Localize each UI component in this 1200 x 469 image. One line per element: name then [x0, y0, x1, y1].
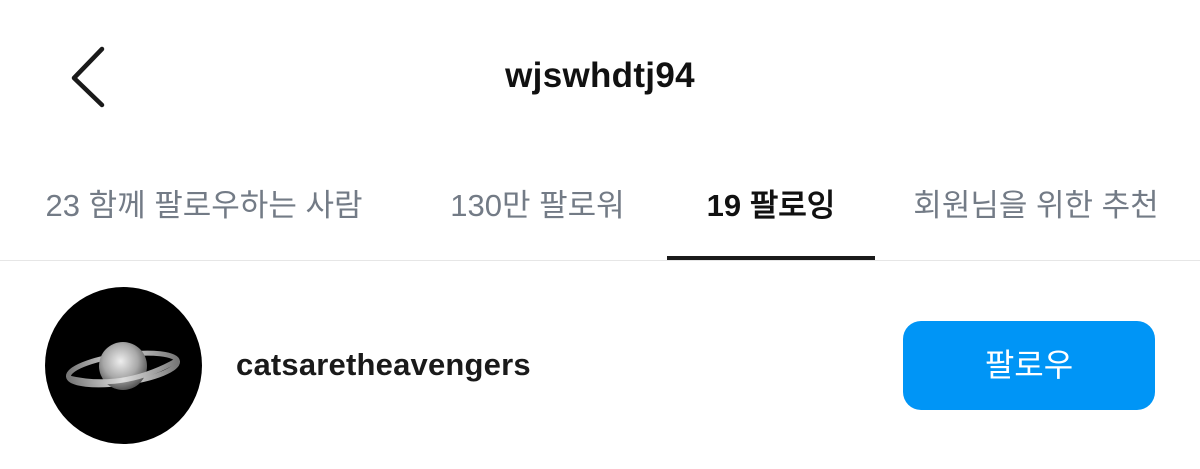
- tab-following-label: 19 팔로잉: [706, 188, 836, 223]
- tab-followers[interactable]: 130만 팔로워: [425, 150, 650, 260]
- saturn-planet-image: [66, 342, 180, 390]
- top-nav-bar: wjswhdtj94: [0, 0, 1200, 150]
- list-item: catsaretheavengers 팔로우: [0, 285, 1200, 445]
- username-link[interactable]: catsaretheavengers: [236, 347, 531, 383]
- tab-suggested-label: 회원님을 위한 추천: [913, 188, 1159, 223]
- follow-button[interactable]: 팔로우: [903, 321, 1155, 410]
- tab-suggested[interactable]: 회원님을 위한 추천: [895, 150, 1177, 260]
- page-title: wjswhdtj94: [505, 56, 695, 95]
- tab-mutual-followers-label: 23 함께 팔로우하는 사람: [45, 188, 363, 223]
- tab-divider: [0, 260, 1200, 261]
- tab-followers-label: 130만 팔로워: [450, 188, 625, 223]
- avatar[interactable]: [45, 287, 202, 444]
- tab-following[interactable]: 19 팔로잉: [667, 150, 875, 260]
- tab-mutual-followers[interactable]: 23 함께 팔로우하는 사람: [20, 150, 388, 260]
- tab-bar: 23 함께 팔로우하는 사람 130만 팔로워 19 팔로잉 회원님을 위한 추…: [0, 150, 1200, 260]
